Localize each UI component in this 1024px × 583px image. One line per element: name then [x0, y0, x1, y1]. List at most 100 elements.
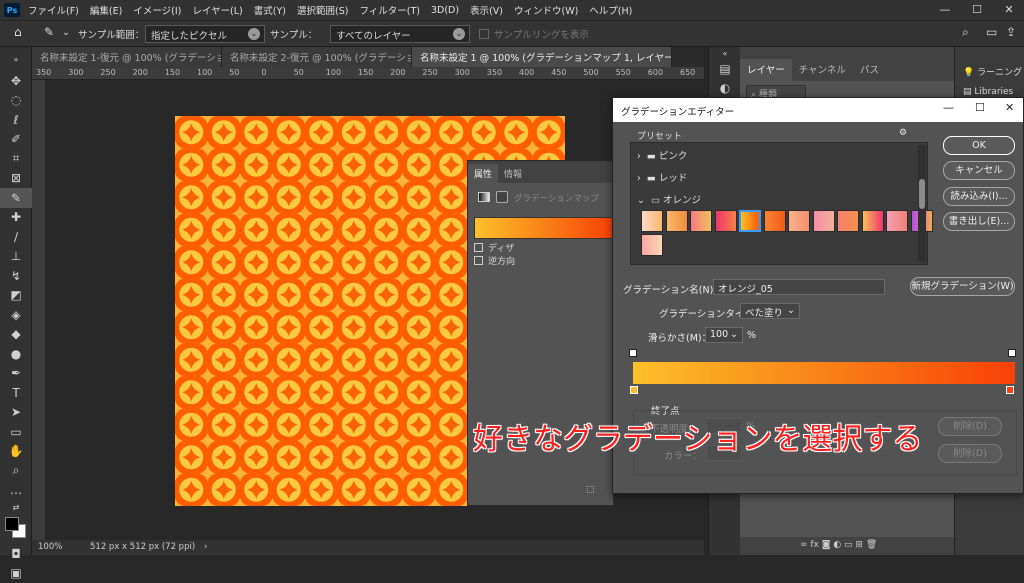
blur-tool-icon[interactable]: ◆ — [0, 325, 32, 345]
mask-icon[interactable]: ◙ — [822, 540, 834, 550]
maximize-icon[interactable]: ☐ — [962, 0, 992, 20]
close-icon[interactable]: ✕ — [994, 0, 1024, 20]
search-icon[interactable]: ⌕ — [962, 25, 969, 40]
maximize-icon[interactable]: ☐ — [975, 101, 985, 114]
load-button[interactable]: 読み込み(I)... — [943, 187, 1015, 206]
opacity-stop-right[interactable] — [1008, 349, 1016, 357]
preset-swatch[interactable] — [715, 210, 737, 232]
preset-swatch[interactable] — [837, 210, 859, 232]
menu-view[interactable]: 表示(V) — [470, 3, 503, 17]
paint-bucket-tool-icon[interactable]: ◈ — [0, 305, 32, 325]
preset-swatch[interactable] — [641, 234, 663, 256]
reverse-row[interactable]: 逆方向 — [474, 254, 515, 267]
learn-tab[interactable]: 💡 ラーニング — [963, 65, 1022, 78]
type-tool-icon[interactable]: T — [0, 383, 32, 403]
eyedropper-icon[interactable]: ✎ — [44, 25, 54, 39]
preset-swatch[interactable] — [666, 210, 688, 232]
menu-help[interactable]: ヘルプ(H) — [589, 3, 632, 17]
doc-tab-1[interactable]: 名称未設定 1-復元 @ 100% (グラデーショ... — [32, 47, 222, 67]
swap-colors-icon[interactable]: ⇄ — [0, 500, 32, 514]
zoom-tool-icon[interactable]: ⌕ — [0, 461, 32, 481]
screen-mode-icon[interactable]: ▣ — [0, 564, 32, 583]
trash-icon[interactable]: 🗑 — [866, 540, 877, 550]
scrollbar-thumb[interactable] — [919, 179, 925, 209]
share-icon[interactable]: ⇪ — [1006, 25, 1016, 39]
history-icon[interactable]: ▤ — [709, 59, 741, 79]
doc-tab-3[interactable]: 名称未設定 1 @ 100% (グラデーションマップ 1, レイヤーマスク/8)… — [412, 47, 672, 67]
gradient-bar[interactable] — [633, 362, 1015, 384]
preset-swatch[interactable] — [690, 210, 712, 232]
tab-paths[interactable]: パス — [853, 59, 886, 79]
reverse-checkbox[interactable] — [474, 256, 483, 265]
zoom-level[interactable]: 100% — [38, 542, 62, 552]
preset-scrollbar[interactable] — [918, 145, 926, 262]
link-icon[interactable]: ∞ — [800, 540, 810, 550]
collapse-icon[interactable]: » — [0, 47, 32, 71]
shape-tool-icon[interactable]: ▭ — [0, 422, 32, 442]
color-icon[interactable]: ◐ — [709, 79, 741, 99]
preset-swatch[interactable] — [813, 210, 835, 232]
menu-window[interactable]: ウィンドウ(W) — [514, 3, 578, 17]
dither-row[interactable]: ディザ — [474, 241, 514, 254]
preset-swatch[interactable] — [788, 210, 810, 232]
menu-select[interactable]: 選択範囲(S) — [297, 3, 348, 17]
status-arrow-icon[interactable]: › — [204, 542, 207, 552]
preset-swatch[interactable] — [764, 210, 786, 232]
menu-edit[interactable]: 編集(E) — [90, 3, 122, 17]
folder-red[interactable]: › ▬ レッド — [637, 170, 687, 184]
opacity-stop-left[interactable] — [629, 349, 637, 357]
move-tool-icon[interactable]: ✥ — [0, 71, 32, 91]
gradient-name-input[interactable]: オレンジ_05 — [713, 279, 885, 295]
menu-image[interactable]: イメージ(I) — [133, 3, 181, 17]
home-icon[interactable]: ⌂ — [14, 25, 22, 39]
save-button[interactable]: 書き出し(E)... — [943, 212, 1015, 231]
quick-select-tool-icon[interactable]: ✐ — [0, 130, 32, 150]
quick-mask-icon[interactable]: ◘ — [0, 544, 32, 564]
menu-type[interactable]: 書式(Y) — [254, 3, 286, 17]
cancel-button[interactable]: キャンセル — [943, 161, 1015, 180]
libraries-tab[interactable]: ▤ Libraries — [963, 87, 1013, 97]
lasso-tool-icon[interactable]: ℓ — [0, 110, 32, 130]
new-gradient-button[interactable]: 新規グラデーション(W) — [910, 277, 1015, 296]
foreground-color[interactable] — [5, 517, 19, 531]
pen-tool-icon[interactable]: ✒ — [0, 364, 32, 384]
eraser-tool-icon[interactable]: ◩ — [0, 286, 32, 306]
gradient-preview[interactable] — [474, 217, 614, 239]
eyedropper-tool-icon[interactable]: ✎ — [0, 188, 32, 208]
hand-tool-icon[interactable]: ✋ — [0, 442, 32, 462]
fx-icon[interactable]: fx — [810, 540, 821, 550]
tab-channels[interactable]: チャンネル — [792, 59, 853, 79]
collapse-icon[interactable]: « — [709, 47, 741, 59]
color-stop-right[interactable] — [1006, 386, 1014, 394]
doc-tab-2[interactable]: 名称未設定 2-復元 @ 100% (グラデーショ... — [222, 47, 412, 67]
folder-pink[interactable]: › ▬ ピンク — [637, 148, 687, 162]
sample-select[interactable]: すべてのレイヤー ⌄ — [330, 25, 470, 43]
marquee-tool-icon[interactable]: ◌ — [0, 91, 32, 111]
adjustment-icon[interactable]: ◐ — [833, 540, 844, 550]
crop-tool-icon[interactable]: ⌗ — [0, 149, 32, 169]
stamp-tool-icon[interactable]: ⊥ — [0, 247, 32, 267]
sample-ring-checkbox[interactable] — [479, 29, 489, 39]
more-tools-icon[interactable]: … — [0, 481, 32, 501]
gradient-type-select[interactable]: べた塗り⌄ — [740, 303, 800, 319]
folder-orange[interactable]: ⌄ ▭ オレンジ — [637, 192, 701, 206]
preset-swatch[interactable] — [739, 210, 761, 232]
minimize-icon[interactable]: — — [943, 101, 954, 114]
color-swatches[interactable] — [0, 514, 32, 544]
color-stop-left[interactable] — [630, 386, 638, 394]
frame-tool-icon[interactable]: ⊠ — [0, 169, 32, 189]
ok-button[interactable]: OK — [943, 136, 1015, 155]
new-layer-icon[interactable]: ⊞ — [855, 540, 865, 550]
brush-tool-icon[interactable]: ∕ — [0, 227, 32, 247]
smoothness-input[interactable]: 100⌄ — [705, 327, 743, 343]
menu-layer[interactable]: レイヤー(L) — [192, 3, 242, 17]
chevron-down-icon[interactable]: ⌄ — [62, 27, 70, 38]
menu-file[interactable]: ファイル(F) — [28, 3, 79, 17]
delete-color-button[interactable]: 削除(D) — [938, 444, 1002, 463]
healing-tool-icon[interactable]: ✚ — [0, 208, 32, 228]
preset-swatch[interactable] — [886, 210, 908, 232]
tab-properties[interactable]: 属性 — [468, 164, 498, 183]
tab-layers[interactable]: レイヤー — [740, 59, 792, 81]
preset-swatch[interactable] — [862, 210, 884, 232]
preset-swatch[interactable] — [641, 210, 663, 232]
